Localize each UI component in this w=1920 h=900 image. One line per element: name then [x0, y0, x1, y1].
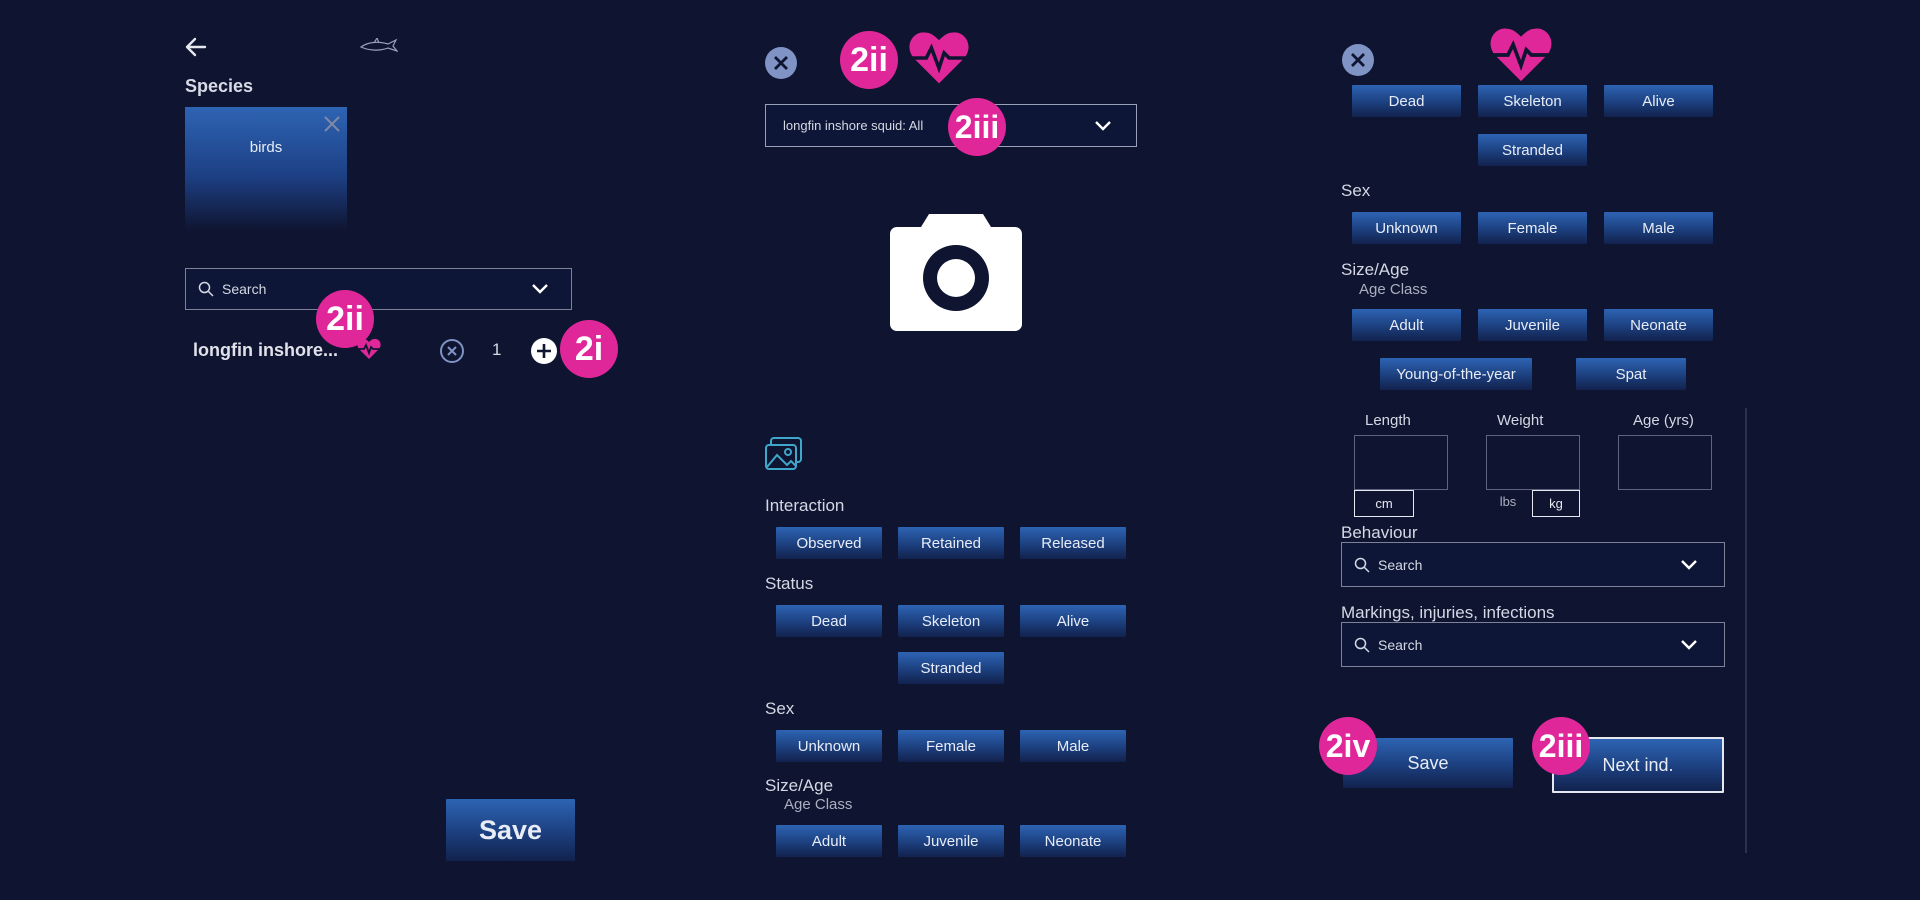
behaviour-search-input[interactable]: Search [1341, 542, 1725, 587]
interaction-released-button[interactable]: Released [1020, 527, 1126, 559]
plus-circle-icon [531, 338, 557, 364]
gallery-icon [765, 437, 802, 470]
annotation-badge-2iv: 2iv [1319, 717, 1377, 775]
camera-button[interactable] [889, 210, 1023, 337]
status-stranded-button[interactable]: Stranded [898, 652, 1004, 684]
back-button[interactable] [183, 36, 209, 58]
age-juvenile-button[interactable]: Juvenile [898, 825, 1004, 857]
sex-label: Sex [1341, 181, 1371, 200]
markings-placeholder: Search [1378, 636, 1423, 653]
weight-label: Weight [1497, 412, 1544, 429]
sex-female-button[interactable]: Female [1478, 212, 1587, 244]
scrollbar[interactable] [1745, 408, 1747, 853]
length-input[interactable] [1354, 435, 1448, 490]
search-icon [1354, 637, 1370, 653]
species-card-label: birds [249, 139, 283, 156]
status-skeleton-button[interactable]: Skeleton [1478, 85, 1587, 117]
species-label: Species [185, 76, 254, 96]
gallery-button[interactable] [765, 437, 803, 476]
length-label: Length [1365, 412, 1411, 429]
search-icon [1354, 557, 1370, 573]
status-alive-button[interactable]: Alive [1604, 85, 1713, 117]
save-button[interactable]: Save [446, 799, 575, 861]
heartbeat-icon[interactable] [1487, 26, 1555, 89]
sex-male-button[interactable]: Male [1604, 212, 1713, 244]
shark-icon [359, 36, 399, 59]
age-neonate-button[interactable]: Neonate [1604, 309, 1713, 341]
search-placeholder: Search [222, 281, 267, 297]
unit-kg-toggle[interactable]: kg [1532, 490, 1580, 517]
interaction-observed-button[interactable]: Observed [776, 527, 882, 559]
age-yrs-label: Age (yrs) [1633, 412, 1694, 429]
species-search-input[interactable]: Search [185, 268, 572, 310]
annotation-badge-2ii: 2ii [316, 290, 374, 348]
increment-button[interactable] [530, 337, 558, 370]
age-yrs-input[interactable] [1618, 435, 1712, 490]
sex-unknown-button[interactable]: Unknown [1352, 212, 1461, 244]
status-alive-button[interactable]: Alive [1020, 605, 1126, 637]
status-label: Status [765, 574, 814, 593]
unit-lbs-toggle[interactable]: lbs [1493, 490, 1523, 512]
chevron-down-icon[interactable] [1680, 558, 1698, 572]
annotation-badge-2ii: 2ii [840, 31, 898, 89]
item-count: 1 [492, 340, 502, 359]
search-icon [198, 281, 214, 297]
age-adult-button[interactable]: Adult [776, 825, 882, 857]
behaviour-placeholder: Search [1378, 556, 1423, 573]
annotation-badge-2iii: 2iii [948, 98, 1006, 156]
age-young-of-the-year-button[interactable]: Young-of-the-year [1380, 358, 1532, 390]
close-button[interactable] [1342, 44, 1374, 81]
size-age-label: Size/Age [765, 776, 834, 795]
heartbeat-icon[interactable] [906, 30, 972, 91]
species-item-name[interactable]: longfin inshore... [193, 340, 338, 361]
markings-label: Markings, injuries, infections [1341, 603, 1555, 622]
status-skeleton-button[interactable]: Skeleton [898, 605, 1004, 637]
sex-female-button[interactable]: Female [898, 730, 1004, 762]
close-circle-icon [440, 339, 464, 363]
interaction-retained-button[interactable]: Retained [898, 527, 1004, 559]
age-adult-button[interactable]: Adult [1352, 309, 1461, 341]
species-card-birds[interactable]: birds [185, 107, 347, 231]
interaction-label: Interaction [765, 496, 845, 515]
close-icon [324, 116, 340, 132]
age-juvenile-button[interactable]: Juvenile [1478, 309, 1587, 341]
age-class-label: Age Class [784, 796, 853, 813]
annotation-badge-2i: 2i [560, 320, 618, 378]
sex-unknown-button[interactable]: Unknown [776, 730, 882, 762]
chevron-down-icon[interactable] [531, 282, 549, 296]
decrement-button[interactable] [439, 338, 465, 369]
remove-species-button[interactable] [323, 115, 341, 138]
behaviour-label: Behaviour [1341, 523, 1418, 542]
status-dead-button[interactable]: Dead [1352, 85, 1461, 117]
close-button[interactable] [765, 47, 797, 84]
age-spat-button[interactable]: Spat [1576, 358, 1686, 390]
chevron-down-icon[interactable] [1094, 119, 1112, 133]
chevron-down-icon[interactable] [1680, 638, 1698, 652]
annotation-badge-2iii: 2iii [1532, 717, 1590, 775]
age-neonate-button[interactable]: Neonate [1020, 825, 1126, 857]
dropdown-value: longfin inshore squid: All [783, 118, 924, 133]
sex-label: Sex [765, 699, 795, 718]
camera-icon [890, 214, 1022, 331]
status-stranded-button[interactable]: Stranded [1478, 134, 1587, 166]
status-dead-button[interactable]: Dead [776, 605, 882, 637]
unit-cm-toggle[interactable]: cm [1354, 490, 1414, 517]
close-icon [765, 47, 797, 79]
weight-input[interactable] [1486, 435, 1580, 490]
close-icon [1342, 44, 1374, 76]
sex-male-button[interactable]: Male [1020, 730, 1126, 762]
arrow-left-icon [185, 37, 207, 57]
age-class-label: Age Class [1359, 281, 1428, 298]
size-age-label: Size/Age [1341, 260, 1410, 279]
markings-search-input[interactable]: Search [1341, 622, 1725, 667]
